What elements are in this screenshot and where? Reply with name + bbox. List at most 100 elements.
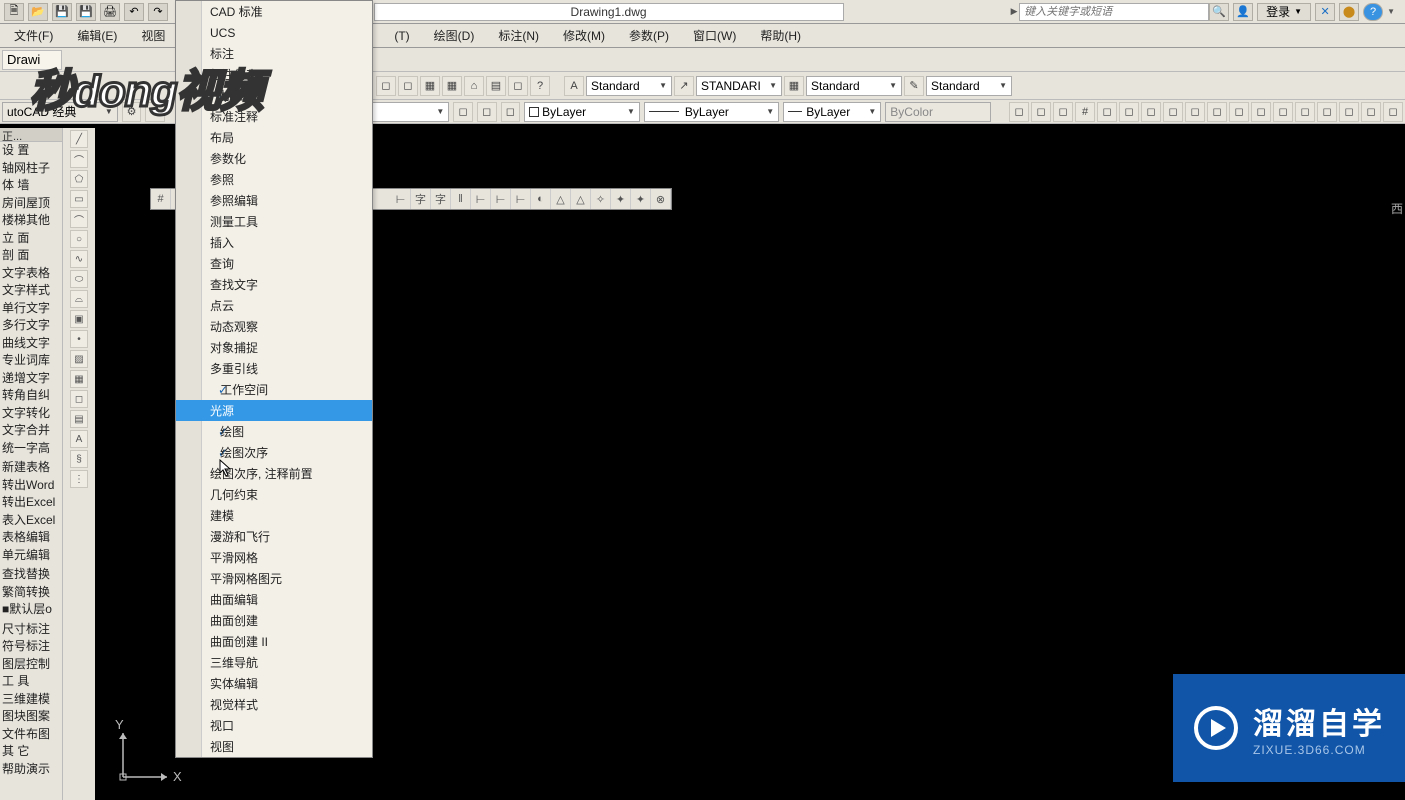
table-style-dropdown[interactable]: Standard▼ bbox=[806, 76, 902, 96]
qat-save-icon[interactable]: 💾 bbox=[52, 3, 72, 21]
dropdown-item[interactable]: CAD 标准 bbox=[176, 1, 372, 22]
mtext-icon[interactable]: A bbox=[70, 430, 88, 448]
menu-modify[interactable]: 修改(M) bbox=[551, 24, 617, 47]
dropdown-item[interactable]: 视口 bbox=[176, 715, 372, 736]
text-panel-item[interactable]: 设 置 bbox=[0, 142, 62, 160]
text-panel-item[interactable]: 表入Excel bbox=[0, 512, 62, 530]
dropdown-item[interactable]: 动态观察 bbox=[176, 316, 372, 337]
line-icon[interactable]: ╱ bbox=[70, 130, 88, 148]
menu-tools[interactable]: (T) bbox=[382, 26, 421, 46]
dropdown-item[interactable]: 光源 bbox=[176, 400, 372, 421]
dropdown-item[interactable]: 查询 bbox=[176, 253, 372, 274]
dropdown-item[interactable]: 布局 bbox=[176, 127, 372, 148]
tool-icon[interactable]: ⌂ bbox=[464, 76, 484, 96]
text-panel-item[interactable]: 文字合并 bbox=[0, 422, 62, 440]
text-panel-item[interactable]: 递增文字 bbox=[0, 370, 62, 388]
text-style-icon[interactable]: A bbox=[564, 76, 584, 96]
right-tool-icon[interactable]: ◻ bbox=[1097, 102, 1117, 122]
dropdown-item[interactable]: 点云 bbox=[176, 295, 372, 316]
dropdown-item[interactable]: 曲面创建 bbox=[176, 610, 372, 631]
dropdown-item[interactable]: 绘图次序, 注释前置 bbox=[176, 463, 372, 484]
text-style-dropdown[interactable]: Standard▼ bbox=[586, 76, 672, 96]
title-right-caret-icon[interactable]: ▶ bbox=[1009, 6, 1019, 17]
menu-draw[interactable]: 绘图(D) bbox=[422, 24, 487, 47]
right-tool-icon[interactable]: ◻ bbox=[1251, 102, 1271, 122]
connect-icon[interactable]: ⬤ bbox=[1339, 3, 1359, 21]
right-tool-icon[interactable]: ◻ bbox=[1009, 102, 1029, 122]
rect-icon[interactable]: ▭ bbox=[70, 190, 88, 208]
text-panel-item[interactable]: 楼梯其他 bbox=[0, 212, 62, 230]
layer-icon[interactable]: ◻ bbox=[501, 102, 521, 122]
qat-undo-icon[interactable]: ↶ bbox=[124, 3, 144, 21]
dropdown-item[interactable]: 视觉样式 bbox=[176, 694, 372, 715]
text-panel-item[interactable]: 单行文字 bbox=[0, 300, 62, 318]
text-panel-item[interactable]: 房间屋顶 bbox=[0, 195, 62, 213]
helix-icon[interactable]: § bbox=[70, 450, 88, 468]
workspace-settings-icon[interactable]: ⚙ bbox=[122, 102, 142, 122]
ft-icon[interactable]: 字 bbox=[411, 189, 431, 209]
help-icon[interactable]: ? bbox=[1363, 3, 1383, 21]
ft-icon[interactable]: ⊢ bbox=[491, 189, 511, 209]
right-tool-icon[interactable]: ◻ bbox=[1339, 102, 1359, 122]
ft-icon[interactable]: ⊢ bbox=[511, 189, 531, 209]
ft-icon[interactable]: ✧ bbox=[591, 189, 611, 209]
ft-icon[interactable]: △ bbox=[571, 189, 591, 209]
search-button-icon[interactable]: 🔍 bbox=[1209, 3, 1229, 21]
more-icon[interactable]: ⋮ bbox=[70, 470, 88, 488]
dropdown-item[interactable]: 测量工具 bbox=[176, 211, 372, 232]
right-tool-icon[interactable]: ◻ bbox=[1317, 102, 1337, 122]
point-icon[interactable]: • bbox=[70, 330, 88, 348]
pline-icon[interactable]: ⌒ bbox=[70, 150, 88, 168]
color-dropdown[interactable]: ByLayer▼ bbox=[524, 102, 640, 122]
ft-icon[interactable]: ‖ bbox=[451, 189, 471, 209]
dropdown-item[interactable]: 建模 bbox=[176, 505, 372, 526]
ft-icon[interactable]: ✦ bbox=[611, 189, 631, 209]
tool-icon[interactable]: ◻ bbox=[508, 76, 528, 96]
plotstyle-dropdown[interactable]: ByColor bbox=[885, 102, 991, 122]
dropdown-item[interactable]: 实体编辑 bbox=[176, 673, 372, 694]
dropdown-item[interactable]: ✓工作空间 bbox=[176, 379, 372, 400]
tool-icon[interactable]: ▦ bbox=[420, 76, 440, 96]
right-tool-icon[interactable]: ◻ bbox=[1185, 102, 1205, 122]
right-tool-icon[interactable]: ◻ bbox=[1295, 102, 1315, 122]
menu-edit[interactable]: 编辑(E) bbox=[65, 24, 129, 47]
dropdown-item[interactable]: 曲面编辑 bbox=[176, 589, 372, 610]
tool-icon[interactable]: ▦ bbox=[442, 76, 462, 96]
dropdown-item[interactable]: 参照编辑 bbox=[176, 190, 372, 211]
right-tool-icon[interactable]: ◻ bbox=[1229, 102, 1249, 122]
dropdown-item[interactable]: 平滑网格图元 bbox=[176, 568, 372, 589]
tool-icon[interactable]: ◻ bbox=[398, 76, 418, 96]
text-panel-item[interactable]: 文字样式 bbox=[0, 282, 62, 300]
right-tool-icon[interactable]: ◻ bbox=[1273, 102, 1293, 122]
text-panel-item[interactable]: 图层控制 bbox=[0, 656, 62, 674]
dropdown-item[interactable]: ✓绘图次序 bbox=[176, 442, 372, 463]
layer-icon[interactable]: ◻ bbox=[453, 102, 473, 122]
text-panel-item[interactable]: 单元编辑 bbox=[0, 547, 62, 565]
text-panel-item[interactable]: 新建表格 bbox=[0, 459, 62, 477]
dim-style-dropdown[interactable]: STANDARI▼ bbox=[696, 76, 782, 96]
right-tool-icon[interactable]: # bbox=[1075, 102, 1095, 122]
text-panel-item[interactable]: 统一字高 bbox=[0, 440, 62, 458]
table-style-icon[interactable]: ▦ bbox=[784, 76, 804, 96]
dropdown-item[interactable]: 标注约束 bbox=[176, 64, 372, 85]
menu-help[interactable]: 帮助(H) bbox=[748, 24, 813, 47]
text-panel-item[interactable]: 文件布图 bbox=[0, 726, 62, 744]
text-panel-item[interactable]: 转出Excel bbox=[0, 494, 62, 512]
dropdown-item[interactable]: 多重引线 bbox=[176, 358, 372, 379]
layer-icon[interactable]: ◻ bbox=[477, 102, 497, 122]
dropdown-item[interactable]: 查找文字 bbox=[176, 274, 372, 295]
dropdown-item[interactable]: 参数化 bbox=[176, 148, 372, 169]
right-tool-icon[interactable]: ◻ bbox=[1053, 102, 1073, 122]
text-panel-item[interactable]: ■默认层o bbox=[0, 601, 62, 619]
text-panel-item[interactable]: 工 具 bbox=[0, 673, 62, 691]
ft-icon[interactable]: 字 bbox=[431, 189, 451, 209]
circle-icon[interactable]: ○ bbox=[70, 230, 88, 248]
block-icon[interactable]: ▣ bbox=[70, 310, 88, 328]
workspace-dropdown[interactable]: utoCAD 经典▼ bbox=[2, 102, 118, 122]
dropdown-item[interactable]: 平滑网格 bbox=[176, 547, 372, 568]
qat-new-icon[interactable]: 🗎 bbox=[4, 3, 24, 21]
tool-icon[interactable]: ◻ bbox=[376, 76, 396, 96]
ellipsearc-icon[interactable]: ⌓ bbox=[70, 290, 88, 308]
qat-print-icon[interactable]: 🖨 bbox=[100, 3, 120, 21]
text-panel-item[interactable]: 繁简转换 bbox=[0, 584, 62, 602]
